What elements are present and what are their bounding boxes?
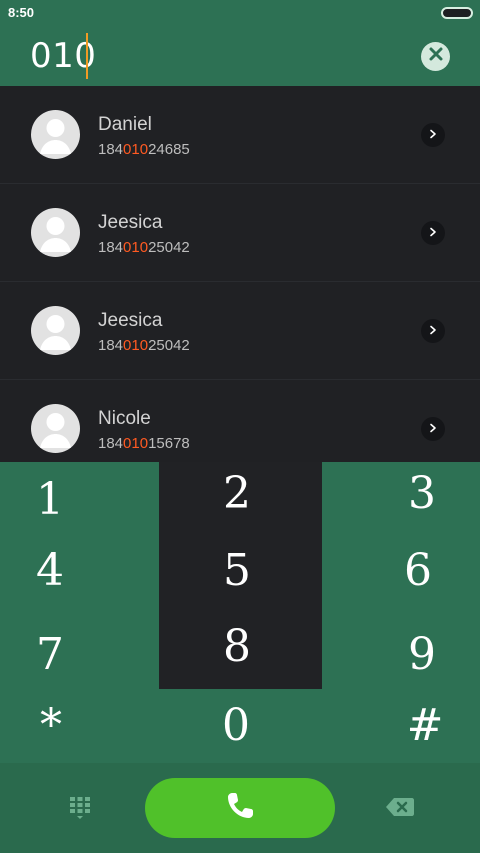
number-match: 010 xyxy=(123,435,149,452)
status-bar: 8:50 xyxy=(0,0,480,26)
number-match: 010 xyxy=(123,337,149,354)
contact-name: Jeesica xyxy=(98,310,163,331)
key-9[interactable]: 9 xyxy=(342,617,480,693)
contact-number: 18401015678 xyxy=(98,435,190,452)
person-icon xyxy=(31,404,80,453)
key-1[interactable]: 1 xyxy=(0,462,130,538)
key-label: 9 xyxy=(408,629,436,680)
contact-name: Daniel xyxy=(98,114,152,135)
chevron-right-icon xyxy=(428,224,438,242)
number-suffix: 24685 xyxy=(148,141,190,158)
contact-details-button[interactable] xyxy=(421,417,445,441)
key-star[interactable]: * xyxy=(0,688,131,764)
number-match: 010 xyxy=(123,239,149,256)
key-hash[interactable]: # xyxy=(345,688,480,764)
number-prefix: 184 xyxy=(98,239,124,256)
number-prefix: 184 xyxy=(98,435,124,452)
key-label: 0 xyxy=(222,700,250,751)
number-prefix: 184 xyxy=(98,141,124,158)
key-label: 8 xyxy=(223,621,251,672)
clear-button[interactable] xyxy=(421,42,450,71)
key-2[interactable]: 2 xyxy=(157,456,317,532)
contact-results-list: Daniel 18401024685 Jeesica 18401025042 J… xyxy=(0,86,480,462)
person-icon xyxy=(31,306,80,355)
chevron-right-icon xyxy=(428,322,438,340)
key-label: 7 xyxy=(36,629,64,680)
key-8[interactable]: 8 xyxy=(157,609,317,685)
number-suffix: 15678 xyxy=(148,435,190,452)
dialpad-icon xyxy=(66,793,94,826)
key-label: 1 xyxy=(36,474,64,525)
dialer-action-bar xyxy=(0,763,480,853)
dialpad-toggle-button[interactable] xyxy=(62,791,98,827)
key-label: 5 xyxy=(223,545,251,596)
backspace-button[interactable] xyxy=(380,793,420,825)
contact-result-item[interactable]: Jeesica 18401025042 xyxy=(0,282,480,380)
status-time: 8:50 xyxy=(8,5,35,20)
battery-icon xyxy=(441,7,473,19)
backspace-icon xyxy=(385,796,415,823)
number-suffix: 25042 xyxy=(148,239,190,256)
contact-number: 18401025042 xyxy=(98,239,190,256)
key-4[interactable]: 4 xyxy=(0,533,130,609)
contact-details-button[interactable] xyxy=(421,221,445,245)
number-match: 010 xyxy=(123,141,149,158)
person-icon xyxy=(31,208,80,257)
phone-icon xyxy=(224,790,256,827)
dial-input-bar: 010 xyxy=(0,26,480,86)
contact-result-item[interactable]: Daniel 18401024685 xyxy=(0,86,480,184)
contact-details-button[interactable] xyxy=(421,123,445,147)
call-button[interactable] xyxy=(145,778,335,838)
input-caret xyxy=(86,33,88,79)
contact-result-item[interactable]: Jeesica 18401025042 xyxy=(0,184,480,282)
dial-keypad: 1 2 3 4 5 6 7 8 9 * 0 # xyxy=(0,462,480,763)
contact-number: 18401024685 xyxy=(98,141,190,158)
chevron-right-icon xyxy=(428,126,438,144)
contact-details-button[interactable] xyxy=(421,319,445,343)
key-5[interactable]: 5 xyxy=(157,533,317,609)
key-7[interactable]: 7 xyxy=(0,617,130,693)
key-3[interactable]: 3 xyxy=(342,456,480,532)
key-label: 3 xyxy=(408,468,436,519)
number-prefix: 184 xyxy=(98,337,124,354)
chevron-right-icon xyxy=(428,420,438,438)
contact-name: Nicole xyxy=(98,408,151,429)
contact-name: Jeesica xyxy=(98,212,163,233)
key-label: # xyxy=(406,700,444,751)
key-6[interactable]: 6 xyxy=(338,533,480,609)
key-label: 6 xyxy=(404,545,432,596)
person-icon xyxy=(31,110,80,159)
key-label: 4 xyxy=(36,545,64,596)
contact-number: 18401025042 xyxy=(98,337,190,354)
close-icon xyxy=(428,46,444,67)
number-suffix: 25042 xyxy=(148,337,190,354)
key-label: 2 xyxy=(223,468,251,519)
key-0[interactable]: 0 xyxy=(156,688,316,764)
key-label: * xyxy=(40,700,62,751)
contact-result-item[interactable]: Nicole 18401015678 xyxy=(0,380,480,462)
